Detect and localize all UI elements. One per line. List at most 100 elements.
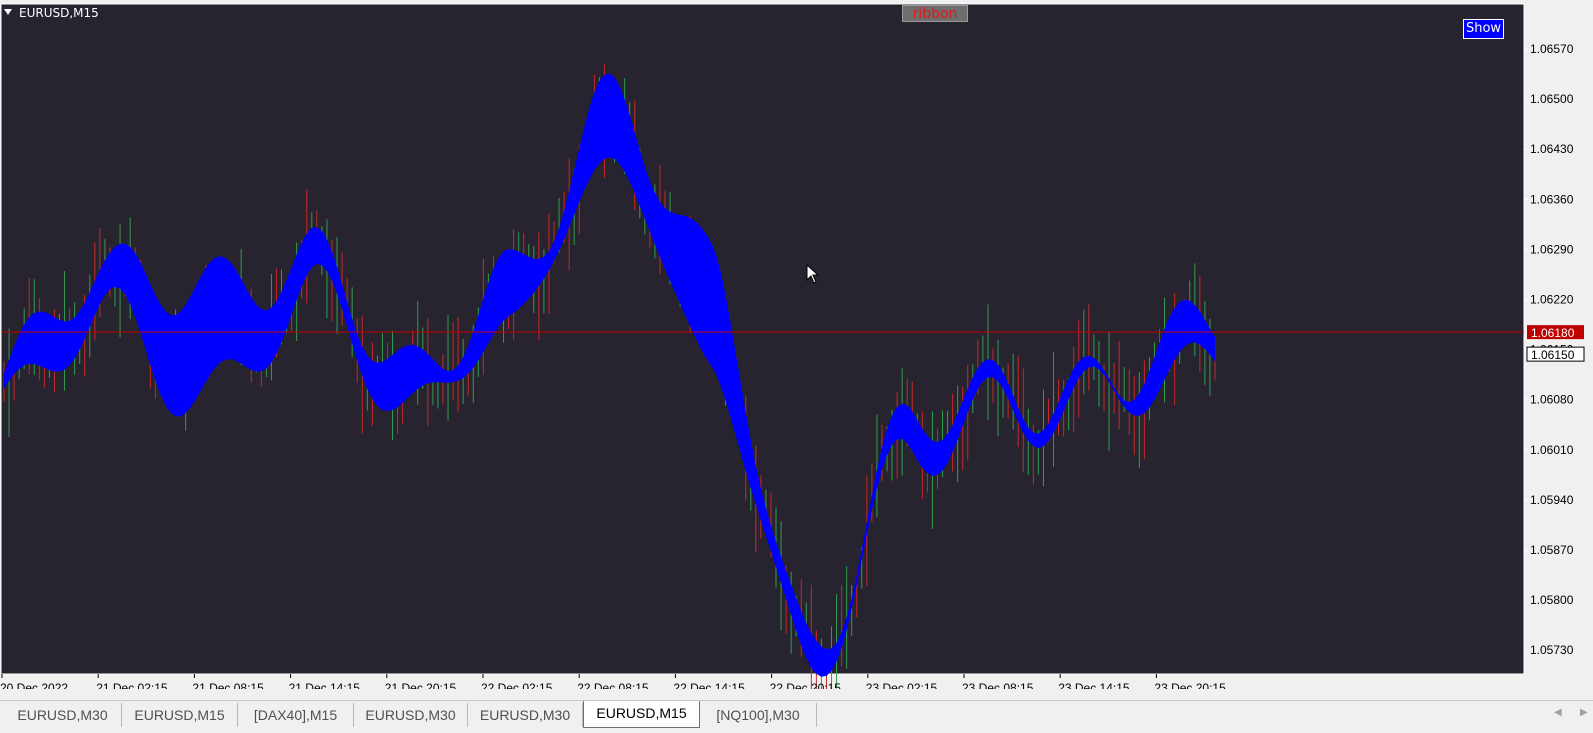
ribbon-bull-segment [523,254,530,305]
chart-tab[interactable]: [NQ100],M30 [700,703,817,727]
chart-tab[interactable]: [DAX40],M15 [238,703,354,727]
price-label: 1.06430 [1530,142,1574,156]
time-label: 21 Dec 14:15 [289,681,361,689]
price-label: 1.05940 [1530,493,1574,507]
ribbon-bull-segment [160,304,166,405]
ribbon-button[interactable]: ribbon [902,5,968,22]
ribbon-bull-segment [33,311,40,366]
ribbon-bull-segment [240,280,247,368]
ribbon-bull-segment [119,244,126,295]
ribbon-bull-segment [39,311,45,368]
ribbon-bull-segment [124,243,131,304]
collapse-arrow-icon[interactable] [4,9,12,15]
chart-symbol-label: EURUSD,M15 [19,6,99,20]
ribbon-bull-segment [170,315,176,417]
price-label: 1.05800 [1530,593,1574,607]
ribbon-bull-segment [266,308,272,369]
time-axis: 20 Dec 2022 21 Dec 02:15 21 Dec 08:15 21 De… [0,674,1226,689]
time-label: 22 Dec 14:15 [673,681,745,689]
ribbon-bull-segment [1033,433,1039,449]
time-label: 23 Dec 14:15 [1058,681,1130,689]
ribbon-bull-segment [417,346,424,389]
ribbon-bull-segment [594,82,600,171]
time-label: 23 Dec 02:15 [866,681,938,689]
ribbon-bull-segment [599,74,605,164]
ribbon-bull-segment [185,296,191,414]
ribbon-bull-segment [49,314,55,372]
ribbon-bull-segment [1189,300,1196,343]
ribbon-bull-segment [200,267,207,392]
ribbon-bull-segment [235,270,242,364]
ribbon-bull-segment [230,263,237,361]
ribbon-bull-segment [255,305,262,372]
time-label: 22 Dec 02:15 [481,681,553,689]
ribbon-bull-segment [377,362,383,411]
ribbon-bull-segment [180,305,186,417]
tab-scroll-left-icon[interactable]: ◀ [1554,707,1562,718]
ribbon-bull-segment [397,347,403,408]
ribbon-bull-segment [407,345,414,399]
chart-tab[interactable]: EURUSD,M15 [122,703,238,727]
ribbon-bull-segment [498,251,504,328]
ribbon-bull-segment [513,250,519,314]
price-label: 1.06500 [1530,92,1574,106]
tab-scroll-right-icon[interactable]: ▶ [1580,707,1588,718]
chart-tab[interactable]: EURUSD,M30 [354,703,468,727]
ribbon-bull-segment [28,313,35,365]
price-chart[interactable]: 1.06570 1.06500 1.06430 1.06360 1.06290 1.062… [0,0,1593,689]
time-label: 21 Dec 02:15 [96,681,168,689]
ribbon-bull-segment [165,311,171,414]
ribbon-bull-segment [311,227,318,268]
ribbon-bull-segment [937,440,943,476]
time-label: 23 Dec 08:15 [962,681,1034,689]
ribbon-bull-segment [604,73,610,159]
ribbon-bull-segment [614,78,620,165]
ribbon-bull-segment [821,646,827,677]
ribbon-bull-segment [684,216,691,326]
ribbon-bull-segment [220,256,227,363]
chart-tab[interactable]: EURUSD,M30 [4,703,122,727]
chart-window[interactable]: 1.06570 1.06500 1.06430 1.06360 1.06290 1.062… [0,0,1593,689]
time-label: 22 Dec 20:15 [770,681,842,689]
ribbon-bull-segment [150,285,156,380]
ribbon-bull-segment [927,436,933,476]
ribbon-bull-segment [69,317,75,366]
ribbon-bull-segment [1179,299,1186,353]
price-label: 1.06080 [1530,393,1574,407]
ribbon-bull-segment [664,208,671,281]
current-price-marker-label: 1.06180 [1531,326,1575,340]
ribbon-bull-segment [155,296,161,394]
ribbon-bull-segment [1184,300,1191,347]
ribbon-bull-segment [412,345,419,394]
ribbon-bull-segment [669,212,676,292]
ribbon-bull-segment [316,227,323,266]
ribbon-bull-segment [659,202,666,269]
ribbon-bull-segment [306,228,313,276]
chart-tab[interactable]: EURUSD,M30 [468,703,583,727]
ribbon-bull-segment [215,256,222,368]
ribbon-bull-segment [901,403,908,444]
price-label: 1.06290 [1530,242,1574,256]
ribbon-bull-segment [129,247,136,317]
ribbon-bull-segment [144,274,151,365]
ribbon-bull-segment [710,242,716,374]
price-label: 1.06220 [1530,293,1574,307]
ribbon-bull-segment [392,350,398,411]
chart-tab-active[interactable]: EURUSD,M15 [583,701,700,728]
ribbon-bull-segment [705,233,711,365]
price-label: 1.05870 [1530,543,1574,557]
ribbon-bull-segment [987,359,994,378]
ribbon-bull-segment [250,297,257,372]
price-label: 1.06010 [1530,443,1574,457]
ribbon-bull-segment [205,261,212,383]
time-label: 20 Dec 2022 [0,681,68,689]
show-button[interactable]: Show [1463,19,1504,39]
ribbon-bull-segment [114,243,121,289]
ribbon-bull-segment [387,355,393,412]
mouse-pointer-icon [806,264,820,284]
bid-marker-label: 1.06150 [1531,348,1575,362]
ribbon-bull-segment [245,288,252,371]
ribbon-bull-segment [225,258,232,360]
ribbon-bull-segment [932,441,938,476]
ribbon-bull-segment [54,317,60,372]
